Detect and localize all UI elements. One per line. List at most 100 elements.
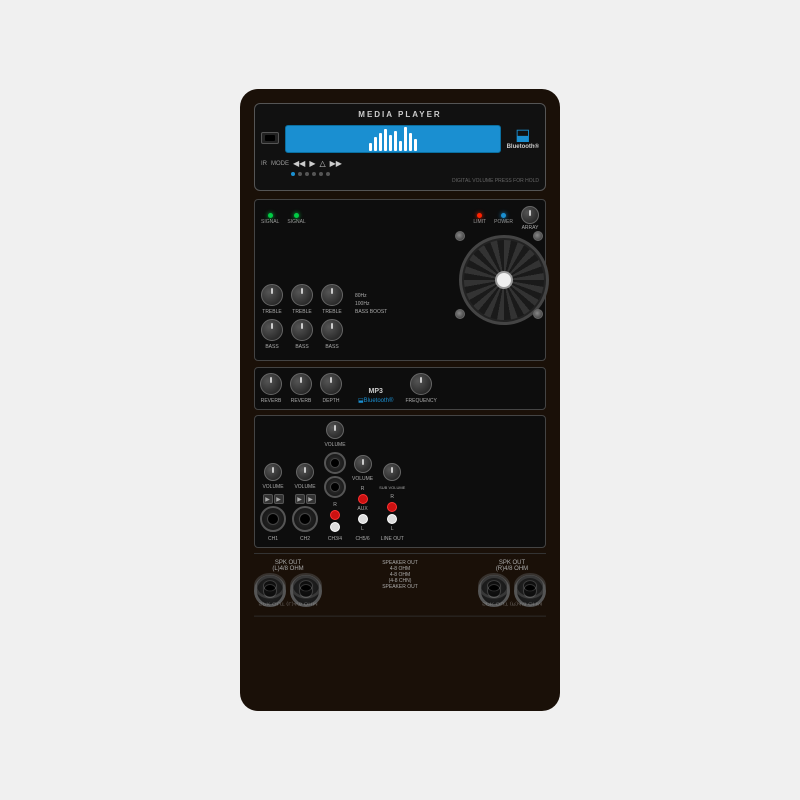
- treble-knob-3[interactable]: [321, 284, 343, 306]
- bass-knob-3[interactable]: [321, 319, 343, 341]
- bar-9: [409, 133, 412, 151]
- signal-led-2: [294, 213, 299, 218]
- l-label-1: L: [361, 526, 364, 532]
- rca-white-2[interactable]: [358, 514, 368, 524]
- signal-2-area: SIGNAL: [287, 213, 305, 225]
- r-label-2: R: [361, 486, 365, 492]
- limit-led: [477, 213, 482, 218]
- rca-red-3[interactable]: [387, 502, 397, 512]
- ref-spk-left: SPK OUT (L)4/8 OHM: [254, 573, 322, 606]
- vol-knob-3[interactable]: [326, 421, 344, 439]
- usb-slot[interactable]: [261, 132, 279, 144]
- limit-area: LIMIT: [473, 213, 486, 225]
- dot-4: [312, 172, 316, 176]
- play-btn[interactable]: ▶: [309, 159, 315, 168]
- xlr-port-1[interactable]: [260, 506, 286, 532]
- rca-ch56: R AUX L: [357, 486, 367, 532]
- aux-label: AUX: [357, 506, 367, 512]
- ref-speakon-l2-inner: [299, 580, 313, 591]
- ref-spk-right-label: SPK OUT (R)4/8 OHM: [482, 601, 542, 606]
- bt-label-small: ⬓Bluetooth®: [358, 397, 393, 404]
- signal-1-area: SIGNAL: [261, 213, 279, 225]
- ch34-label: CH3/4: [328, 536, 342, 542]
- volume-row: VOLUME ▶ ▶ CH1 VOLUME: [260, 421, 540, 542]
- ref-spk-right: SPK OUT (R)4/8 OHM: [478, 573, 546, 606]
- vol-knob-4[interactable]: [354, 455, 372, 473]
- reverb-label-1: REVERB: [261, 398, 282, 404]
- spk-icon-4: ▶: [306, 494, 316, 504]
- signal-row: SIGNAL SIGNAL LIMIT POWER ARRAY: [261, 206, 539, 231]
- bar-6: [394, 131, 397, 151]
- vol-knob-1[interactable]: [264, 463, 282, 481]
- fan-center: [495, 271, 513, 289]
- bar-5: [389, 135, 392, 151]
- speaker-icons-2: ▶ ▶: [295, 494, 316, 504]
- freq-100-label: 100Hz: [355, 301, 369, 307]
- jack-port-2[interactable]: [324, 476, 346, 498]
- device-panel: MEDIA PLAYER: [240, 89, 560, 711]
- rca-white-1[interactable]: [330, 522, 340, 532]
- power-label: POWER: [494, 219, 513, 225]
- signal-led-1: [268, 213, 273, 218]
- bar-3: [379, 133, 382, 151]
- treble-knob-1[interactable]: [261, 284, 283, 306]
- speaker-icons-1: ▶ ▶: [263, 494, 284, 504]
- bar-10: [414, 139, 417, 151]
- treble-label-2: TREBLE: [292, 309, 311, 315]
- media-player-title: MEDIA PLAYER: [261, 110, 539, 119]
- bass-knob-1[interactable]: [261, 319, 283, 341]
- treble-col-2: TREBLE: [291, 284, 313, 315]
- next-btn[interactable]: ▶▶: [330, 159, 342, 168]
- ref-spk-left-ports: [254, 573, 322, 599]
- media-top-row: ⬓ Bluetooth®: [261, 125, 539, 153]
- treble-knob-2[interactable]: [291, 284, 313, 306]
- screw-tr: [533, 231, 543, 241]
- lineout-rca-jacks: R L: [387, 494, 397, 532]
- l-label-2: L: [391, 526, 394, 532]
- bass-boost-label: BASS BOOST: [355, 309, 387, 315]
- rca-white-3[interactable]: [387, 514, 397, 524]
- jack-port-1[interactable]: [324, 452, 346, 474]
- xlr-port-2[interactable]: [292, 506, 318, 532]
- vol-label-4: VOLUME: [352, 476, 373, 482]
- eject-btn[interactable]: △: [319, 159, 325, 168]
- sub-vol-knob[interactable]: [383, 463, 401, 481]
- bar-2: [374, 137, 377, 151]
- ch1-label: CH1: [268, 536, 278, 542]
- rca-red-2[interactable]: [358, 494, 368, 504]
- mp3-bt-area: MP3 ⬓Bluetooth®: [358, 388, 393, 404]
- sub-vol-label: SUB VOLUME: [379, 485, 405, 490]
- prev-btn[interactable]: ◀◀: [293, 159, 305, 168]
- depth-knob[interactable]: [320, 373, 342, 395]
- depth-col: DEPTH: [320, 373, 342, 404]
- vol-label-1: VOLUME: [262, 484, 283, 490]
- reverb-knob-2[interactable]: [290, 373, 312, 395]
- bass-knob-2[interactable]: [291, 319, 313, 341]
- reverb-row: REVERB REVERB DEPTH MP3 ⬓Bluetooth® FREQ…: [260, 373, 540, 404]
- rca-red-1[interactable]: [330, 510, 340, 520]
- ch2-col: VOLUME ▶ ▶ CH2: [292, 463, 318, 542]
- spk-icon-3: ▶: [295, 494, 305, 504]
- frequency-knob[interactable]: [410, 373, 432, 395]
- ref-spk-right-ports: [478, 573, 546, 599]
- frequency-label: FREQUENCY: [405, 398, 436, 404]
- reverb-knob-1[interactable]: [260, 373, 282, 395]
- ref-speakon-r1: [478, 573, 510, 599]
- vol-label-3: VOLUME: [324, 442, 345, 448]
- ch56-label: CH5/6: [355, 536, 369, 542]
- ref-speakon-l1-inner: [263, 580, 277, 591]
- signal-label-2: SIGNAL: [287, 219, 305, 225]
- reverb-col-2: REVERB: [290, 373, 312, 404]
- lcd-bars: [369, 127, 417, 151]
- spk-icon-1: ▶: [263, 494, 273, 504]
- vol-knob-2[interactable]: [296, 463, 314, 481]
- screw-bl: [455, 309, 465, 319]
- array-knob[interactable]: [521, 206, 539, 224]
- screw-tl: [455, 231, 465, 241]
- dot-6: [326, 172, 330, 176]
- reflection-area: SPK OUT (L)4/8 OHM SPK OUT (R)4/8 OHM: [254, 553, 546, 617]
- reverb-col-1: REVERB: [260, 373, 282, 404]
- bass-label-1: BASS: [265, 344, 278, 350]
- jack-inner-2: [330, 482, 340, 492]
- power-led: [501, 213, 506, 218]
